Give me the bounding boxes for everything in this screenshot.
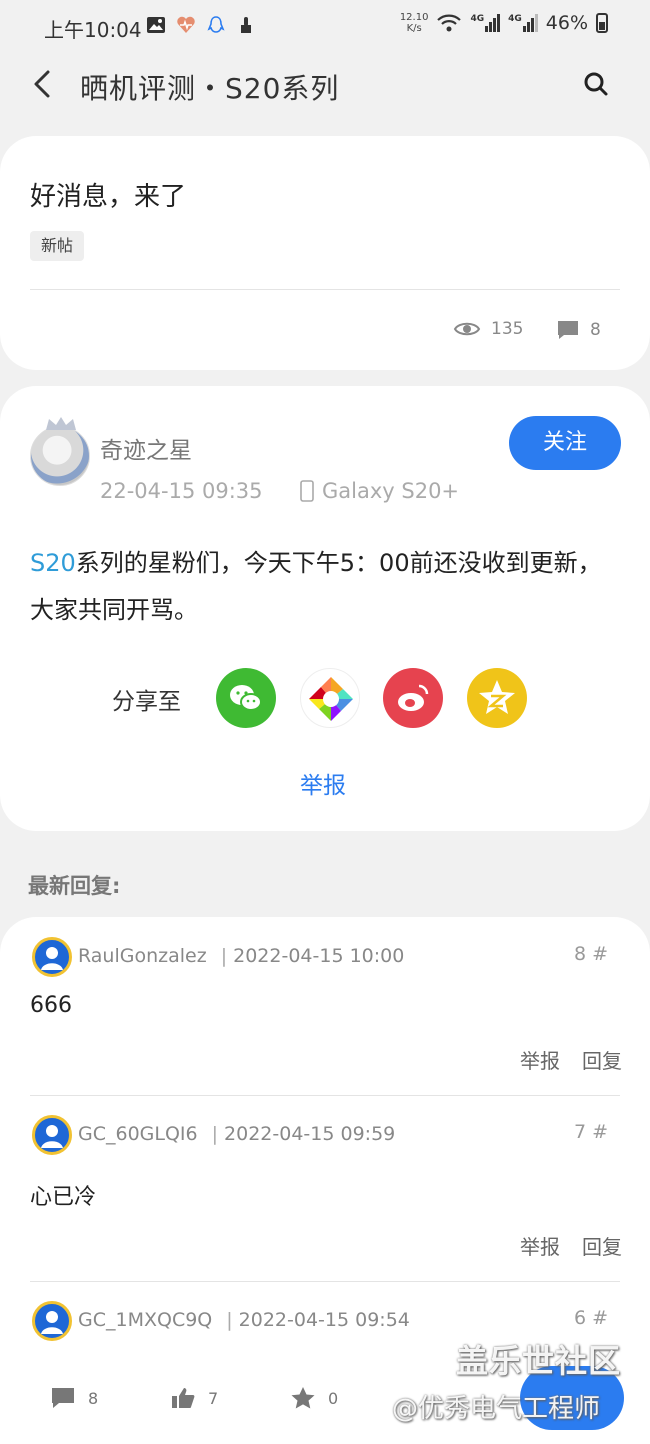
weibo-icon: [398, 684, 429, 711]
views-stat: 135: [453, 319, 523, 339]
reply-time: 2022-04-15 09:54: [238, 1309, 410, 1331]
reply-reply-button[interactable]: 回复: [582, 1045, 622, 1074]
reply-time: 2022-04-15 10:00: [233, 945, 405, 967]
reply-report-button[interactable]: 举报: [520, 1045, 560, 1074]
reply-item: GC_60GLQI6 | 2022-04-15 09:59 7 # 心已冷 举报 回…: [30, 1115, 622, 1271]
reply-text: 心已冷: [30, 1185, 97, 1210]
reply-report-button[interactable]: 举报: [520, 1231, 560, 1260]
divider: [30, 1281, 620, 1282]
views-count: 135: [491, 319, 524, 339]
chevron-left-icon: [34, 70, 50, 98]
moments-icon: [309, 677, 353, 721]
reply-username[interactable]: GC_60GLQI6: [78, 1123, 198, 1145]
signal-icon-2: 4G: [508, 14, 538, 32]
battery-percent: 46%: [545, 12, 588, 34]
page-title: 晒机评测・S20系列: [80, 72, 340, 105]
reply-actions: 举报 回复: [520, 1231, 622, 1260]
reply-meta: GC_60GLQI6 | 2022-04-15 09:59: [78, 1123, 396, 1145]
latest-replies-label: 最新回复:: [28, 874, 121, 898]
reply-avatar[interactable]: [32, 1115, 72, 1155]
topic-card: 好消息，来了 新帖 135 8: [0, 136, 650, 370]
qq-icon: [206, 15, 226, 35]
status-bar: 上午10:04 12.10 K/s 4G 4G 46%: [0, 0, 650, 56]
device-info: Galaxy S20+: [300, 479, 459, 503]
status-time: 上午10:04: [44, 18, 142, 42]
reply-meta: GC_1MXQC9Q | 2022-04-15 09:54: [78, 1309, 410, 1331]
search-button[interactable]: [580, 68, 612, 100]
health-icon: [176, 15, 196, 35]
reply-username[interactable]: GC_1MXQC9Q: [78, 1309, 212, 1331]
user-icon: [41, 1311, 63, 1334]
signal-icon-1: 4G: [470, 14, 501, 32]
reply-floor: 6 #: [573, 1307, 608, 1329]
thumbs-up-icon: [172, 1388, 195, 1408]
user-icon: [41, 1125, 63, 1148]
reply-avatar[interactable]: [32, 1301, 72, 1341]
reply-time: 2022-04-15 09:59: [224, 1123, 396, 1145]
post-content: S20系列的星粉们，今天下午5：00前还没收到更新，大家共同开骂。: [30, 540, 625, 634]
back-button[interactable]: [26, 64, 62, 104]
header: 晒机评测・S20系列: [0, 56, 650, 112]
share-label: 分享至: [112, 689, 181, 715]
report-link[interactable]: 举报: [300, 766, 346, 800]
topic-title: 好消息，来了: [30, 182, 187, 212]
reply-floor: 7 #: [573, 1121, 608, 1143]
reply-username[interactable]: RaulGonzalez: [78, 945, 207, 967]
battery-icon: [596, 13, 608, 33]
new-post-tag: 新帖: [30, 231, 85, 261]
device-name: Galaxy S20+: [322, 479, 460, 503]
eye-icon: [453, 322, 481, 336]
touch-icon: [236, 15, 256, 35]
gallery-icon: [146, 15, 166, 35]
comments-count: 8: [590, 320, 601, 340]
reply-meta: RaulGonzalez | 2022-04-15 10:00: [78, 945, 405, 967]
wifi-icon: [437, 14, 462, 32]
wechat-icon: [230, 685, 262, 711]
bottom-like-button[interactable]: 7: [170, 1386, 218, 1410]
reply-floor: 8 #: [573, 943, 608, 965]
avatar: [30, 426, 90, 486]
bottom-favorite-button[interactable]: 0: [290, 1386, 338, 1410]
search-icon: [584, 72, 608, 96]
star-icon: [291, 1387, 315, 1409]
net-speed: 12.10 K/s: [399, 12, 429, 34]
watermark-author: @优秀电气工程师: [392, 1394, 601, 1424]
watermark-community: 盖乐世社区: [456, 1342, 622, 1380]
reply-actions: 举报 回复: [520, 1045, 622, 1074]
user-icon: [41, 947, 63, 970]
divider: [30, 1095, 620, 1096]
follow-button[interactable]: 关注: [509, 416, 621, 470]
share-weibo-button[interactable]: [383, 668, 443, 728]
content-highlight-link[interactable]: S20: [30, 549, 76, 577]
bottom-favorites-count: 0: [328, 1388, 339, 1408]
share-moments-button[interactable]: [300, 668, 360, 728]
divider: [30, 289, 620, 290]
comment-icon: [52, 1388, 74, 1408]
content-text: 系列的星粉们，今天下午5：00前还没收到更新，大家共同开骂。: [30, 549, 602, 624]
reply-avatar[interactable]: [32, 937, 72, 977]
qzone-icon: [479, 680, 515, 714]
bottom-likes-count: 7: [208, 1388, 219, 1408]
notification-icons: [146, 15, 256, 35]
bottom-comments-button[interactable]: 8: [50, 1386, 98, 1410]
author-name[interactable]: 奇迹之星: [100, 431, 192, 465]
reply-reply-button[interactable]: 回复: [582, 1231, 622, 1260]
comments-stat: 8: [556, 319, 601, 341]
post-card: 奇迹之星 22-04-15 09:35 Galaxy S20+ 关注 S20系列…: [0, 386, 650, 831]
reply-text: 666: [30, 993, 72, 1018]
comment-icon: [558, 321, 578, 339]
status-right: 12.10 K/s 4G 4G 46%: [400, 12, 608, 34]
bottom-comments-count: 8: [88, 1388, 99, 1408]
phone-icon: [300, 480, 314, 502]
post-time: 22-04-15 09:35: [100, 479, 263, 503]
crown-icon: [46, 417, 76, 430]
share-wechat-button[interactable]: [216, 668, 276, 728]
author-avatar[interactable]: [30, 416, 92, 488]
reply-item: RaulGonzalez | 2022-04-15 10:00 8 # 666 举报…: [30, 937, 622, 1093]
share-qzone-button[interactable]: [467, 668, 527, 728]
